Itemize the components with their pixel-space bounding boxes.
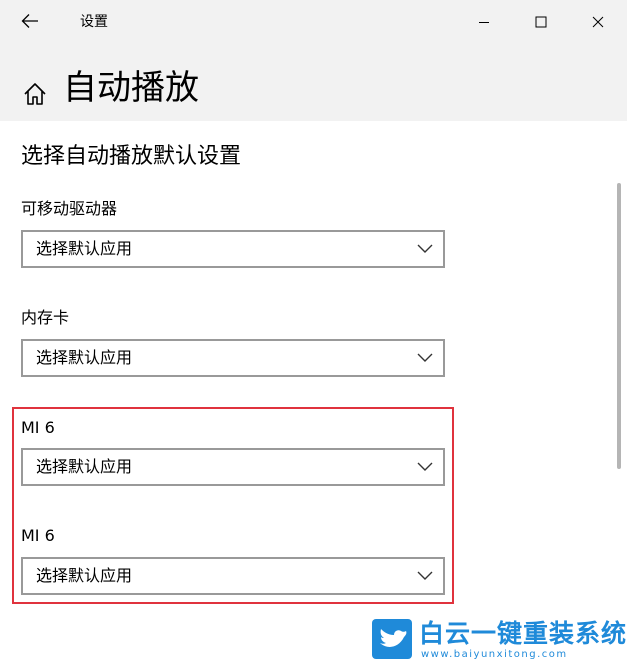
watermark-brand: 白云一键重装系统 bbox=[419, 619, 627, 648]
bird-logo-icon bbox=[372, 619, 412, 659]
back-button[interactable] bbox=[12, 6, 48, 36]
home-icon[interactable] bbox=[22, 81, 48, 107]
close-button[interactable] bbox=[569, 0, 626, 44]
title-bar: 设置 bbox=[0, 0, 627, 44]
watermark-url: www.baiyunxitong.com bbox=[421, 649, 568, 660]
chevron-down-icon bbox=[417, 244, 433, 253]
dropdown-value: 选择默认应用 bbox=[36, 239, 133, 258]
maximize-icon bbox=[535, 16, 546, 28]
settings-content: 选择自动播放默认设置 可移动驱动器 选择默认应用 内存卡 选择默认应用 MI 6… bbox=[0, 121, 627, 667]
dropdown-value: 选择默认应用 bbox=[36, 348, 133, 367]
page-header: 自动播放 bbox=[0, 44, 627, 121]
maximize-button[interactable] bbox=[512, 0, 569, 44]
vertical-scrollbar[interactable] bbox=[617, 183, 621, 469]
close-icon bbox=[592, 16, 603, 28]
back-arrow-icon bbox=[21, 14, 38, 28]
window-title: 设置 bbox=[80, 14, 108, 30]
highlight-box bbox=[12, 407, 454, 604]
device-label-memory-card: 内存卡 bbox=[21, 308, 70, 327]
minimize-icon bbox=[478, 22, 489, 23]
chevron-down-icon bbox=[417, 353, 433, 362]
watermark: 白云一键重装系统 www.baiyunxitong.com bbox=[369, 618, 626, 662]
section-title: 选择自动播放默认设置 bbox=[21, 144, 242, 169]
removable-drive-dropdown[interactable]: 选择默认应用 bbox=[21, 230, 445, 268]
device-label-removable-drive: 可移动驱动器 bbox=[21, 199, 118, 218]
minimize-button[interactable] bbox=[455, 0, 512, 44]
page-title: 自动播放 bbox=[63, 68, 199, 108]
memory-card-dropdown[interactable]: 选择默认应用 bbox=[21, 339, 445, 377]
